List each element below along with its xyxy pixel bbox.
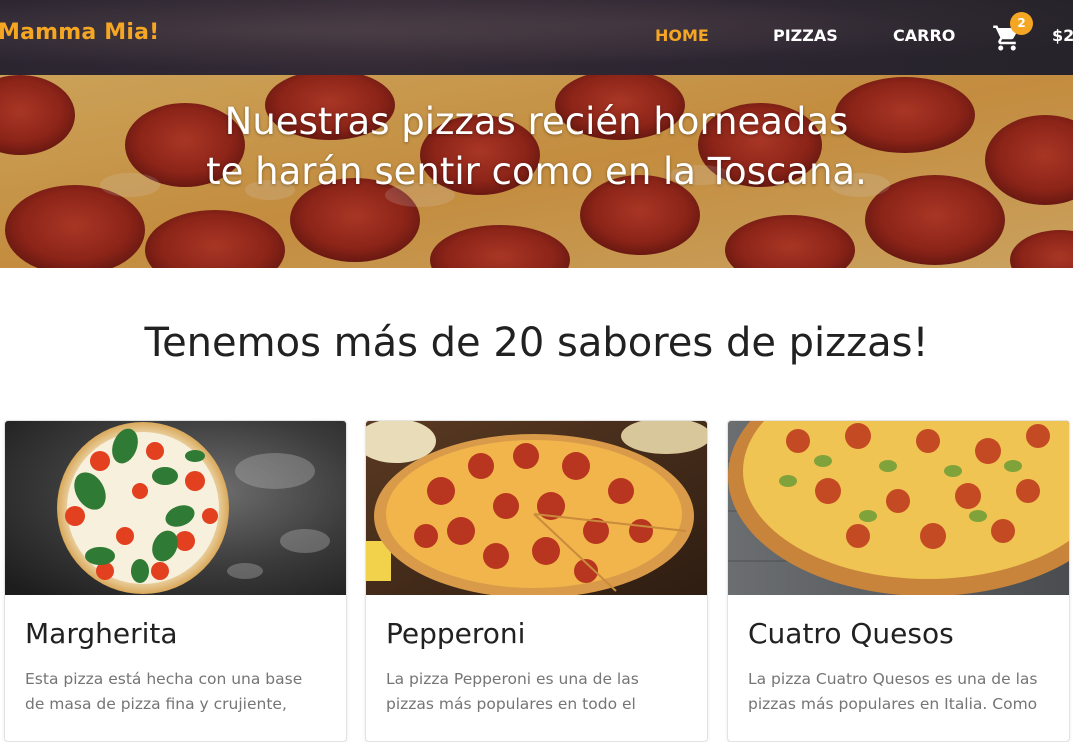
hero-banner: Nuestras pizzas recién horneadas te hará… <box>0 75 1073 268</box>
hero-tagline: Nuestras pizzas recién horneadas te hará… <box>0 97 1073 197</box>
nav-link-carro[interactable]: CARRO <box>893 26 955 45</box>
pizza-image-cuatro-quesos <box>728 421 1069 595</box>
nav-link-pizzas[interactable]: PIZZAS <box>773 26 838 45</box>
pizza-card-margherita[interactable]: Margherita Esta pizza está hecha con una… <box>4 420 347 742</box>
navbar: Mamma Mia! HOME PIZZAS CARRO 2 $2 <box>0 0 1073 75</box>
pizza-description: La pizza Pepperoni es una de las pizzas … <box>386 670 639 713</box>
pizza-description: Esta pizza está hecha con una base de ma… <box>25 670 303 713</box>
hero-tagline-line-1: Nuestras pizzas recién horneadas <box>224 100 849 143</box>
pizza-image-margherita <box>5 421 346 595</box>
pizza-name: Pepperoni <box>386 617 526 650</box>
hero-tagline-line-2: te harán sentir como en la Toscana. <box>206 150 867 193</box>
nav-link-home[interactable]: HOME <box>655 26 709 45</box>
brand-logo[interactable]: Mamma Mia! <box>0 20 159 45</box>
pizza-card-cuatro-quesos[interactable]: Cuatro Quesos La pizza Cuatro Quesos es … <box>727 420 1070 742</box>
cart-count-badge: 2 <box>1010 12 1033 35</box>
pizza-name: Cuatro Quesos <box>748 617 954 650</box>
cart-total[interactable]: $2 <box>1052 26 1073 45</box>
section-title: Tenemos más de 20 sabores de pizzas! <box>144 320 929 366</box>
pizza-image-pepperoni <box>366 421 707 595</box>
pizza-name: Margherita <box>25 617 178 650</box>
pizza-description: La pizza Cuatro Quesos es una de las piz… <box>748 670 1038 713</box>
pizza-card-pepperoni[interactable]: Pepperoni La pizza Pepperoni es una de l… <box>365 420 708 742</box>
